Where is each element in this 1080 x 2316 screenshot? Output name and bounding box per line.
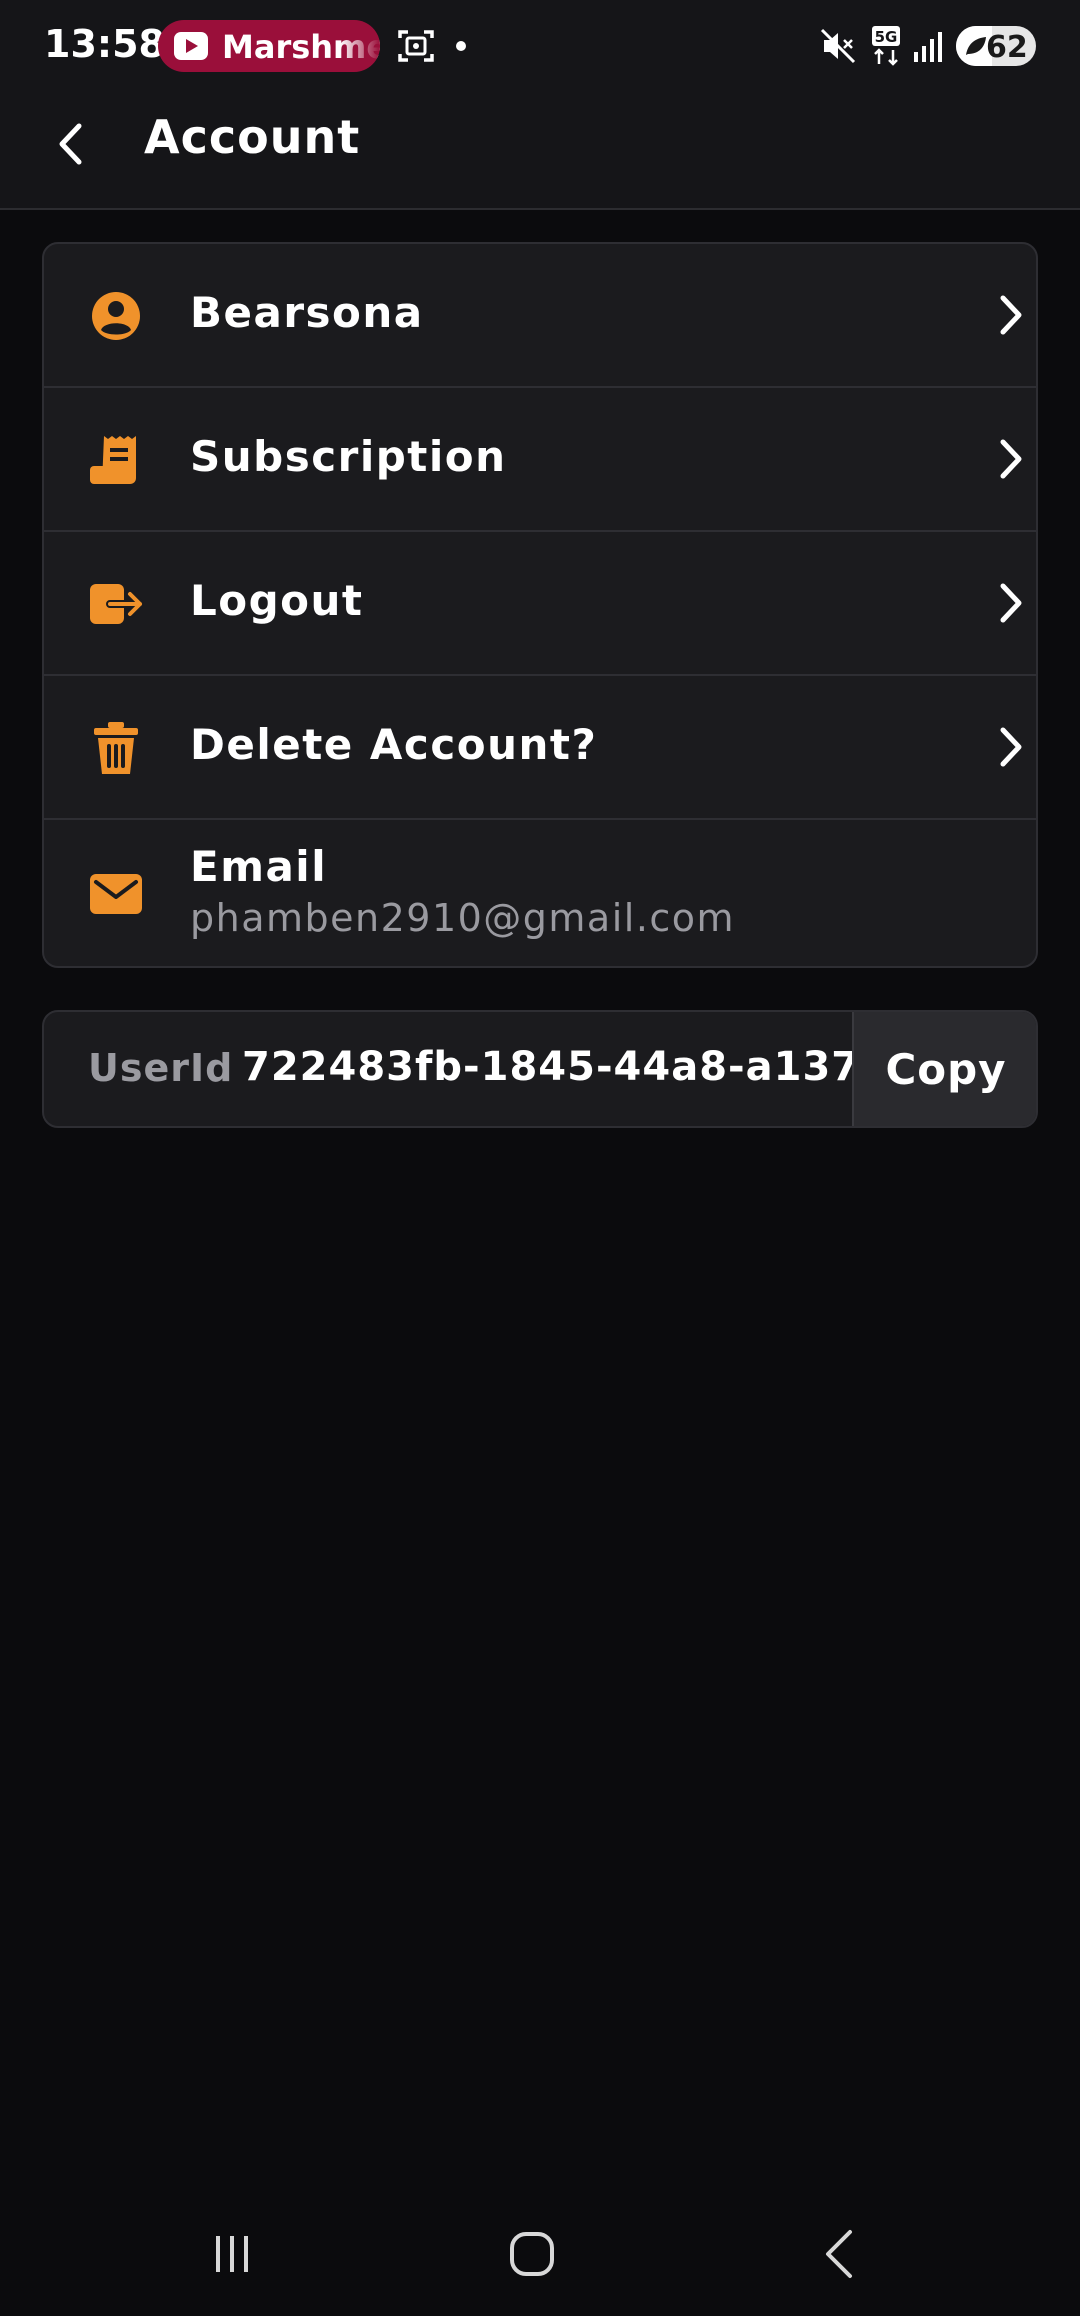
home-icon[interactable] xyxy=(508,2230,556,2278)
userid-field: UserId 722483fb-1845-44a8-a137-9 Copy xyxy=(42,1010,1038,1128)
menu-item-subscription[interactable]: Subscription xyxy=(44,388,1036,532)
copy-button[interactable]: Copy xyxy=(852,1012,1036,1126)
receipt-icon xyxy=(90,436,136,484)
mute-icon xyxy=(820,28,856,64)
chevron-right-icon xyxy=(1000,727,1022,767)
menu-item-email: Email phamben2910@gmail.com xyxy=(44,820,1036,966)
screenshot-icon xyxy=(398,30,434,62)
signal-icon xyxy=(914,32,942,62)
status-bar: 13:58 Marshme 5G 62 xyxy=(0,0,1080,92)
account-menu-card: Bearsona Subscription Logout Delete Acco… xyxy=(42,242,1038,968)
email-label: Email xyxy=(190,842,328,891)
menu-item-label: Bearsona xyxy=(190,288,424,337)
back-button[interactable] xyxy=(40,112,104,176)
account-screen: 13:58 Marshme 5G 62 Account Bearsona Sub… xyxy=(0,0,1080,2316)
menu-item-bearsona[interactable]: Bearsona xyxy=(44,244,1036,388)
recents-icon[interactable] xyxy=(210,2232,254,2276)
menu-item-delete-account[interactable]: Delete Account? xyxy=(44,676,1036,820)
trash-icon xyxy=(94,722,138,774)
chevron-right-icon xyxy=(1000,583,1022,623)
chevron-right-icon xyxy=(1000,295,1022,335)
menu-item-label: Logout xyxy=(190,576,364,625)
user-circle-icon xyxy=(92,292,140,340)
5g-icon: 5G xyxy=(872,26,900,66)
app-bar: Account xyxy=(0,92,1080,210)
system-nav-bar xyxy=(0,2188,1080,2316)
mail-icon xyxy=(90,874,142,914)
userid-label: UserId xyxy=(88,1046,234,1090)
page-title: Account xyxy=(144,110,361,164)
menu-item-label: Subscription xyxy=(190,432,507,481)
svg-text:5G: 5G xyxy=(875,28,898,46)
battery-icon: 62 xyxy=(956,26,1036,66)
play-icon xyxy=(174,32,208,60)
menu-item-logout[interactable]: Logout xyxy=(44,532,1036,676)
userid-value: 722483fb-1845-44a8-a137-9 xyxy=(242,1044,886,1090)
back-icon[interactable] xyxy=(818,2228,862,2280)
menu-item-label: Delete Account? xyxy=(190,720,598,769)
battery-level: 62 xyxy=(986,30,1028,65)
notification-dot xyxy=(456,41,466,51)
leaf-icon xyxy=(966,37,986,55)
chevron-right-icon xyxy=(1000,439,1022,479)
logout-icon xyxy=(90,584,144,624)
chevron-left-icon xyxy=(59,123,82,165)
email-value: phamben2910@gmail.com xyxy=(190,896,736,940)
status-time: 13:58 xyxy=(44,22,165,66)
media-playing-pill[interactable]: Marshme xyxy=(158,20,380,72)
